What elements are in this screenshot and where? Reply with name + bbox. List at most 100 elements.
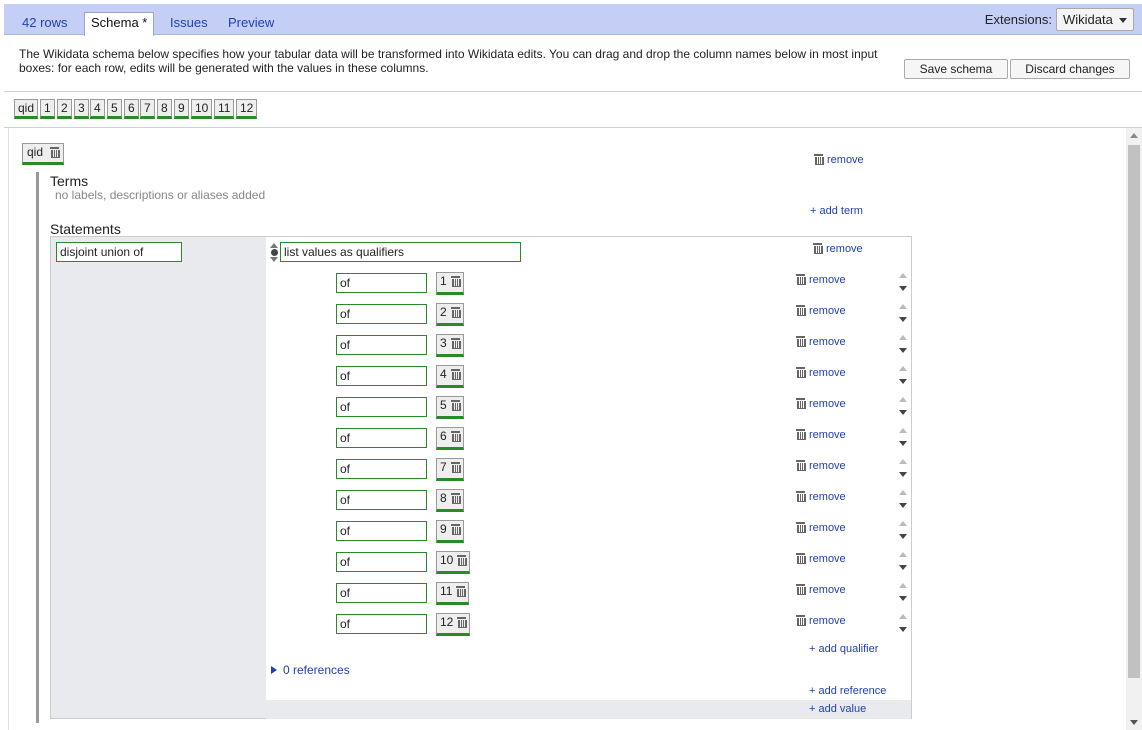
column-chip[interactable]: 4 <box>90 99 105 119</box>
trash-icon[interactable] <box>50 146 61 158</box>
remove-qualifier-link[interactable]: remove <box>796 490 846 503</box>
column-chip[interactable]: 7 <box>140 99 155 119</box>
qualifier-property-input[interactable]: of <box>336 366 427 386</box>
qualifier-value-chip[interactable]: 6 <box>436 427 464 450</box>
column-chip[interactable]: 10 <box>191 99 213 119</box>
trash-icon[interactable] <box>450 275 461 287</box>
remove-label: remove <box>809 305 846 317</box>
scroll-up-icon[interactable] <box>1130 133 1138 138</box>
trash-icon[interactable] <box>450 399 461 411</box>
qualifier-value-chip[interactable]: 8 <box>436 489 464 512</box>
trash-icon <box>796 397 806 409</box>
column-chip[interactable]: 11 <box>214 99 235 119</box>
property-input[interactable]: disjoint union of <box>56 242 182 262</box>
reorder-arrows-icon[interactable] <box>899 333 908 355</box>
column-chip[interactable]: 3 <box>74 99 89 119</box>
column-chip[interactable]: 6 <box>124 99 139 119</box>
remove-statement-link[interactable]: remove <box>813 242 863 255</box>
qualifier-value-chip[interactable]: 10 <box>436 551 471 574</box>
trash-icon <box>814 153 824 165</box>
reorder-arrows-icon[interactable] <box>899 302 908 324</box>
qualifier-property-input[interactable]: of <box>336 304 427 324</box>
extensions-dropdown[interactable]: Wikidata <box>1056 8 1134 31</box>
trash-icon[interactable] <box>450 368 461 380</box>
qualifier-property-input[interactable]: of <box>336 335 427 355</box>
column-chip[interactable]: 5 <box>107 99 122 119</box>
trash-icon[interactable] <box>450 337 461 349</box>
qualifier-property-input[interactable]: of <box>336 459 427 479</box>
remove-qualifier-link[interactable]: remove <box>796 273 846 286</box>
trash-icon[interactable] <box>457 554 468 566</box>
add-value-link[interactable]: + add value <box>809 703 866 715</box>
column-chip[interactable]: 2 <box>57 99 72 119</box>
qualifier-value-chip[interactable]: 11 <box>436 582 470 605</box>
column-chip[interactable]: 9 <box>174 99 189 119</box>
rank-selector-icon[interactable] <box>270 243 279 263</box>
column-chip[interactable]: qid <box>14 99 39 119</box>
qualifier-property-input[interactable]: of <box>336 490 427 510</box>
qualifier-property-input[interactable]: of <box>336 428 427 448</box>
qualifier-value-label: 5 <box>440 398 447 412</box>
remove-qualifier-link[interactable]: remove <box>796 459 846 472</box>
trash-icon[interactable] <box>457 616 468 628</box>
add-qualifier-link[interactable]: + add qualifier <box>809 643 878 655</box>
qualifier-property-input[interactable]: of <box>336 614 427 634</box>
tab-rows[interactable]: 42 rows <box>16 12 74 36</box>
tab-issues[interactable]: Issues <box>164 12 214 36</box>
qualifier-value-chip[interactable]: 7 <box>436 458 464 481</box>
tab-preview[interactable]: Preview <box>222 12 280 36</box>
reorder-arrows-icon[interactable] <box>899 426 908 448</box>
qualifier-value-chip[interactable]: 5 <box>436 396 464 419</box>
trash-icon[interactable] <box>456 585 467 597</box>
qualifier-value-chip[interactable]: 9 <box>436 520 464 543</box>
qualifier-value-chip[interactable]: 12 <box>436 613 471 636</box>
remove-qualifier-link[interactable]: remove <box>796 304 846 317</box>
discard-changes-button[interactable]: Discard changes <box>1010 59 1130 79</box>
qualifier-value-chip[interactable]: 2 <box>436 303 464 326</box>
reorder-arrows-icon[interactable] <box>899 581 908 603</box>
trash-icon[interactable] <box>450 523 461 535</box>
column-chip[interactable]: 1 <box>40 99 55 119</box>
reorder-arrows-icon[interactable] <box>899 612 908 634</box>
remove-qualifier-link[interactable]: remove <box>796 366 846 379</box>
remove-label: remove <box>809 522 846 534</box>
trash-icon[interactable] <box>450 461 461 473</box>
qualifier-property-input[interactable]: of <box>336 583 427 603</box>
subject-chip[interactable]: qid <box>22 143 65 165</box>
qualifier-property-input[interactable]: of <box>336 552 427 572</box>
reorder-arrows-icon[interactable] <box>899 364 908 386</box>
statement-value-input[interactable]: list values as qualifiers <box>280 242 521 262</box>
trash-icon[interactable] <box>450 306 461 318</box>
qualifier-property-input[interactable]: of <box>336 521 427 541</box>
add-reference-link[interactable]: + add reference <box>809 685 886 697</box>
remove-qualifier-link[interactable]: remove <box>796 521 846 534</box>
reorder-arrows-icon[interactable] <box>899 488 908 510</box>
add-term-link[interactable]: + add term <box>810 205 863 217</box>
reorder-arrows-icon[interactable] <box>899 550 908 572</box>
column-chip[interactable]: 12 <box>236 99 258 119</box>
qualifier-property-input[interactable]: of <box>336 273 427 293</box>
qualifier-property-input[interactable]: of <box>336 397 427 417</box>
remove-item-link[interactable]: remove <box>814 153 864 166</box>
remove-qualifier-link[interactable]: remove <box>796 583 846 596</box>
column-chip[interactable]: 8 <box>157 99 172 119</box>
trash-icon[interactable] <box>450 430 461 442</box>
qualifier-value-chip[interactable]: 1 <box>436 272 464 295</box>
reorder-arrows-icon[interactable] <box>899 457 908 479</box>
remove-qualifier-link[interactable]: remove <box>796 614 846 627</box>
scroll-down-icon[interactable] <box>1130 720 1138 725</box>
reorder-arrows-icon[interactable] <box>899 395 908 417</box>
reorder-arrows-icon[interactable] <box>899 271 908 293</box>
references-toggle[interactable]: 0 references <box>271 663 350 677</box>
remove-qualifier-link[interactable]: remove <box>796 335 846 348</box>
qualifier-value-chip[interactable]: 4 <box>436 365 464 388</box>
remove-qualifier-link[interactable]: remove <box>796 397 846 410</box>
trash-icon[interactable] <box>450 492 461 504</box>
remove-qualifier-link[interactable]: remove <box>796 428 846 441</box>
save-schema-button[interactable]: Save schema <box>904 59 1008 79</box>
tab-schema[interactable]: Schema * <box>84 12 155 36</box>
qualifier-value-chip[interactable]: 3 <box>436 334 464 357</box>
reorder-arrows-icon[interactable] <box>899 519 908 541</box>
remove-qualifier-link[interactable]: remove <box>796 552 846 565</box>
scrollbar-thumb[interactable] <box>1128 145 1140 678</box>
